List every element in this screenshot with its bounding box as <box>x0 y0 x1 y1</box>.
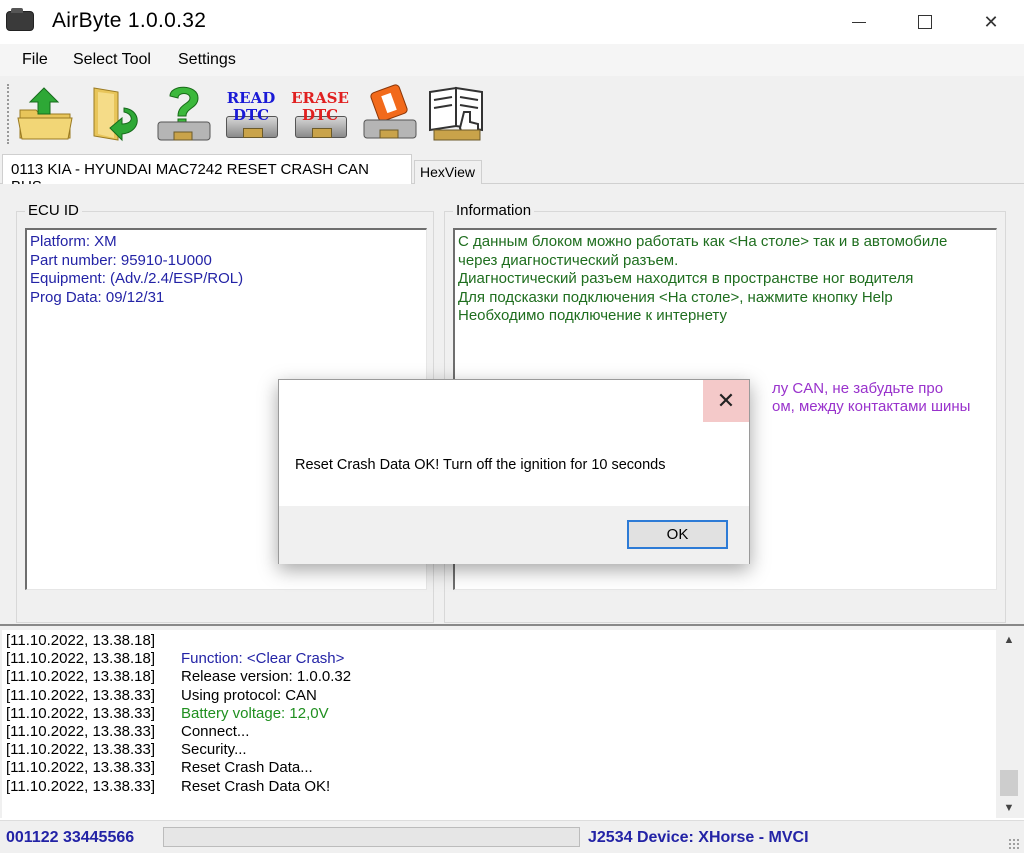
status-device: J2534 Device: XHorse - MVCI <box>588 829 809 846</box>
ecu-platform: Platform: XM <box>30 233 117 250</box>
menu-settings[interactable]: Settings <box>178 51 236 69</box>
log-timestamp: [11.10.2022, 13.38.33] <box>6 777 156 795</box>
information-title: Information <box>453 202 535 219</box>
write-tool-icon <box>363 84 417 139</box>
close-icon: ✕ <box>716 388 736 413</box>
log-timestamp: [11.10.2022, 13.38.33] <box>6 686 156 704</box>
tab-hexview[interactable]: HexView <box>414 160 482 185</box>
message-dialog: ✕ Reset Crash Data OK! Turn off the igni… <box>278 379 750 564</box>
log-timestamp: [11.10.2022, 13.38.33] <box>6 759 156 777</box>
log-row: [11.10.2022, 13.38.33] Using protocol: CA… <box>6 687 992 705</box>
dialog-footer: OK <box>279 506 749 564</box>
ecu-id-title: ECU ID <box>25 202 82 219</box>
log-row: [11.10.2022, 13.38.18] <box>6 632 992 650</box>
help-icon <box>157 86 211 141</box>
tab-strip: 0113 KIA - HYUNDAI MAC7242 RESET CRASH C… <box>0 152 1024 195</box>
log-timestamp: [11.10.2022, 13.38.18] <box>6 668 156 686</box>
menu-file[interactable]: File <box>22 51 48 69</box>
read-dtc-button[interactable]: READ DTC <box>220 82 282 144</box>
ecu-part-number: Part number: 95910-1U000 <box>30 251 212 269</box>
log-message: Release version: 1.0.0.32 <box>181 668 352 686</box>
resize-grip-icon[interactable] <box>1008 838 1020 850</box>
scroll-thumb[interactable] <box>1000 770 1018 796</box>
maximize-button[interactable] <box>892 0 958 44</box>
log-row: [11.10.2022, 13.38.33] Security... <box>6 741 992 759</box>
ok-button[interactable]: OK <box>627 520 728 549</box>
scroll-up-icon[interactable]: ▲ <box>998 630 1020 650</box>
dialog-close-button[interactable]: ✕ <box>703 380 749 422</box>
log-timestamp: [11.10.2022, 13.38.18] <box>6 632 156 649</box>
info-line: Для подсказки подключения <На столе>, на… <box>458 288 893 306</box>
minimize-icon <box>852 21 866 23</box>
title-bar: AirByte 1.0.0.32 ✕ <box>0 0 1024 44</box>
ecu-prog-data: Prog Data: 09/12/31 <box>30 288 165 306</box>
log-scrollbar[interactable]: ▲ ▼ <box>998 630 1020 818</box>
log-message: Using protocol: CAN <box>181 686 317 704</box>
log-timestamp: [11.10.2022, 13.38.33] <box>6 741 156 759</box>
info-line: Необходимо подключение к интернету <box>458 307 727 324</box>
info-line: через диагностический разъем. <box>458 251 679 269</box>
log-message: Connect... <box>181 722 250 740</box>
erase-dtc-button[interactable]: ERASE DTC <box>289 82 351 144</box>
tab-reset-crash[interactable]: 0113 KIA - HYUNDAI MAC7242 RESET CRASH C… <box>2 154 412 195</box>
log-row: [11.10.2022, 13.38.18] Function: <Clear C… <box>6 650 992 668</box>
log-row: [11.10.2022, 13.38.33] Connect... <box>6 723 992 741</box>
window-title: AirByte 1.0.0.32 <box>52 9 207 32</box>
status-bar: 001122 33445566 J2534 Device: XHorse - M… <box>0 820 1024 853</box>
open-file-button[interactable] <box>14 82 76 144</box>
close-icon: ✕ <box>983 11 999 32</box>
app-icon <box>6 8 34 31</box>
log-message: Security... <box>181 741 247 759</box>
erase-dtc-label: ERASE DTC <box>291 89 349 124</box>
log-panel: [11.10.2022, 13.38.18] [11.10.2022, 13.38… <box>0 624 1024 818</box>
log-list[interactable]: [11.10.2022, 13.38.18] [11.10.2022, 13.38… <box>2 630 996 818</box>
read-dtc-label: READ DTC <box>226 89 276 124</box>
close-button[interactable]: ✕ <box>958 0 1024 44</box>
help-button[interactable] <box>152 82 214 144</box>
log-message: Battery voltage: 12,0V <box>181 704 329 722</box>
log-message: Reset Crash Data OK! <box>181 777 331 795</box>
open-folder-icon <box>17 87 73 140</box>
dialog-message: Reset Crash Data OK! Turn off the igniti… <box>295 457 666 473</box>
write-button[interactable] <box>358 82 420 144</box>
manual-icon <box>429 86 483 141</box>
log-timestamp: [11.10.2022, 13.38.33] <box>6 704 156 722</box>
minimize-button[interactable] <box>826 0 892 44</box>
toolbar: READ DTC ERASE DTC <box>0 76 1024 152</box>
load-folder-icon <box>93 87 138 142</box>
manual-button[interactable] <box>426 82 488 144</box>
toolbar-grip[interactable] <box>7 84 11 144</box>
scroll-down-icon[interactable]: ▼ <box>998 798 1020 818</box>
maximize-icon <box>918 15 932 29</box>
log-row: [11.10.2022, 13.38.33] Battery voltage: 1… <box>6 705 992 723</box>
status-ids: 001122 33445566 <box>6 829 135 846</box>
log-message: Reset Crash Data... <box>181 759 313 777</box>
ecu-equipment: Equipment: (Adv./2.4/ESP/ROL) <box>30 270 244 287</box>
log-row: [11.10.2022, 13.38.33] Reset Crash Data O… <box>6 778 992 796</box>
menu-bar: File Select Tool Settings <box>0 44 1024 76</box>
log-message: Function: <Clear Crash> <box>181 650 345 668</box>
log-row: [11.10.2022, 13.38.18] Release version: 1… <box>6 668 992 686</box>
info-line: С данным блоком можно работать как <На с… <box>458 233 948 250</box>
log-row: [11.10.2022, 13.38.33] Reset Crash Data..… <box>6 759 992 777</box>
info-line: Диагностический разъем находится в прост… <box>458 270 914 287</box>
load-file-button[interactable] <box>84 82 146 144</box>
menu-select-tool[interactable]: Select Tool <box>73 51 151 69</box>
log-timestamp: [11.10.2022, 13.38.18] <box>6 650 156 668</box>
progress-bar <box>163 827 580 847</box>
log-timestamp: [11.10.2022, 13.38.33] <box>6 722 156 740</box>
